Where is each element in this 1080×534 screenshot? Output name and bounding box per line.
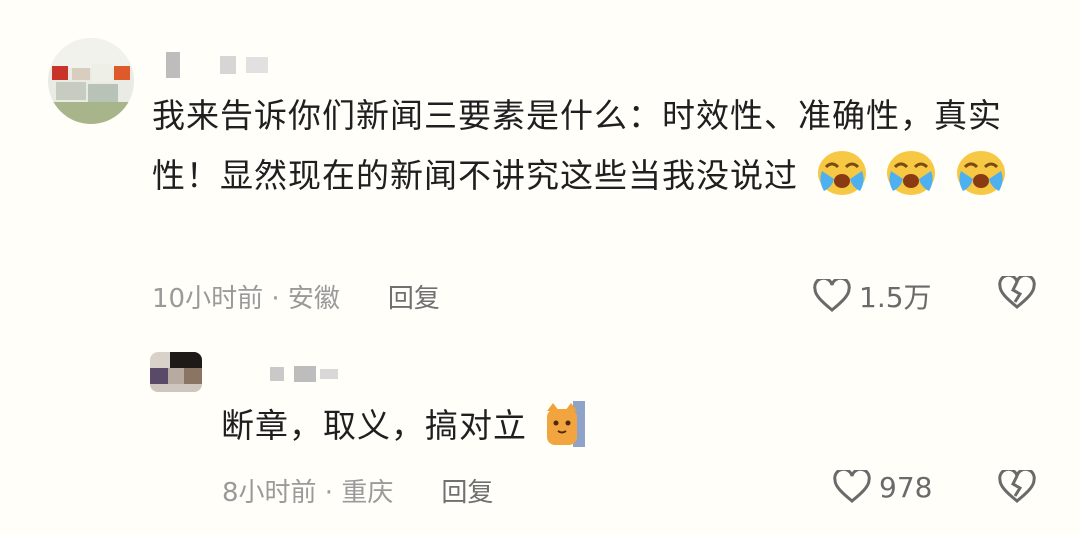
comment-text: 断章，取义，搞对立 <box>221 396 821 456</box>
comment-meta: 8小时前 · 重庆 回复 <box>222 472 493 509</box>
like-count: 978 <box>879 470 933 504</box>
dislike-button[interactable] <box>998 467 1036 508</box>
avatar[interactable] <box>150 352 202 392</box>
heart-icon <box>813 279 851 312</box>
comment-text-content: 我来告诉你们新闻三要素是什么：时效性、准确性，真实性！显然现在的新闻不讲究这些当… <box>152 96 1002 195</box>
heart-icon <box>833 470 871 503</box>
username-blurred[interactable] <box>270 366 338 382</box>
comment-text: 我来告诉你们新闻三要素是什么：时效性、准确性，真实性！显然现在的新闻不讲究这些当… <box>152 86 1042 206</box>
crying-face-icon <box>887 151 935 195</box>
reply-button[interactable]: 回复 <box>388 278 440 315</box>
comment-text-content: 断章，取义，搞对立 <box>221 406 527 445</box>
comment-meta: 10小时前 · 安徽 回复 <box>152 278 440 315</box>
time-location: 8小时前 · 重庆 <box>222 478 394 508</box>
cat-face-icon <box>546 401 585 447</box>
avatar[interactable] <box>48 38 134 124</box>
like-count: 1.5万 <box>859 281 932 314</box>
crying-face-icon <box>817 151 866 195</box>
dislike-button[interactable] <box>998 273 1036 314</box>
broken-heart-icon <box>998 273 1036 309</box>
reply-button[interactable]: 回复 <box>441 472 493 509</box>
crying-face-icon <box>956 151 1005 195</box>
like-button[interactable]: 978 <box>833 470 932 504</box>
time-location: 10小时前 · 安徽 <box>152 284 340 314</box>
broken-heart-icon <box>998 467 1036 503</box>
like-button[interactable]: 1.5万 <box>813 276 932 316</box>
username-blurred[interactable] <box>166 52 268 78</box>
